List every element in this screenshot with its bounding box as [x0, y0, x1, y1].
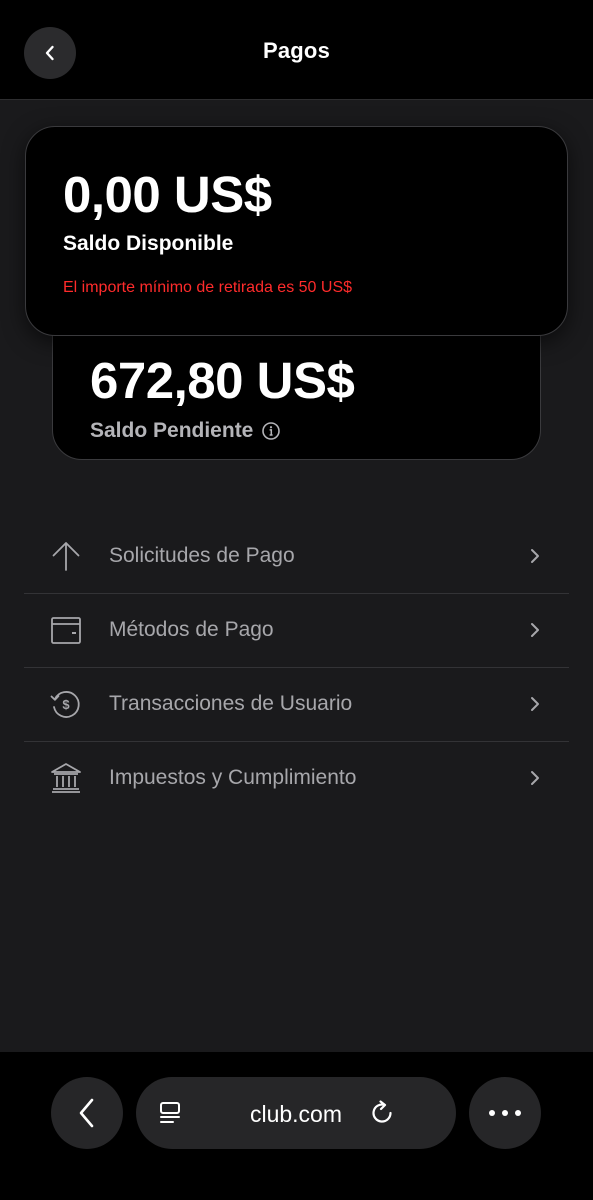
more-icon [489, 1110, 521, 1116]
address-url: club.com [249, 1101, 343, 1127]
chevron-right-icon [529, 694, 541, 714]
chevron-right-icon [529, 620, 541, 640]
dollar-refresh-icon: $ [48, 686, 84, 722]
pending-balance-label-row: Saldo Pendiente [90, 419, 281, 443]
pending-balance-amount: 672,80 US$ [90, 352, 355, 409]
browser-back-button[interactable] [51, 1077, 123, 1149]
browser-toolbar: club.com [0, 1052, 593, 1200]
available-balance-amount: 0,00 US$ [63, 166, 272, 223]
menu-item-label: Métodos de Pago [109, 618, 274, 641]
available-balance-label: Saldo Disponible [63, 232, 234, 255]
info-icon[interactable] [261, 421, 281, 441]
more-options-button[interactable] [469, 1077, 541, 1149]
wallet-icon [48, 612, 84, 648]
bank-icon [48, 760, 84, 796]
menu-item-label: Impuestos y Cumplimiento [109, 766, 357, 789]
menu-item-label: Solicitudes de Pago [109, 544, 295, 567]
top-bar: Pagos [0, 0, 593, 100]
chevron-right-icon [529, 768, 541, 788]
menu-item-label: Transacciones de Usuario [109, 692, 353, 715]
payments-menu: Solicitudes de Pago Métodos de Pago $ Tr… [24, 520, 569, 815]
arrow-up-icon [48, 538, 84, 574]
reload-icon[interactable] [368, 1099, 396, 1127]
available-balance-card: 0,00 US$ Saldo Disponible El importe mín… [25, 126, 568, 336]
page-title: Pagos [262, 38, 331, 63]
address-bar[interactable]: club.com [136, 1077, 456, 1149]
menu-item-payment-methods[interactable]: Métodos de Pago [24, 594, 569, 668]
pending-balance-label: Saldo Pendiente [90, 419, 254, 442]
chevron-left-icon [79, 1098, 94, 1128]
menu-item-payment-requests[interactable]: Solicitudes de Pago [24, 520, 569, 594]
svg-text:$: $ [62, 697, 70, 712]
chevron-right-icon [529, 546, 541, 566]
minimum-withdrawal-warning: El importe mínimo de retirada es 50 US$ [63, 279, 353, 296]
menu-item-user-transactions[interactable]: $ Transacciones de Usuario [24, 668, 569, 742]
menu-item-taxes-compliance[interactable]: Impuestos y Cumplimiento [24, 742, 569, 815]
